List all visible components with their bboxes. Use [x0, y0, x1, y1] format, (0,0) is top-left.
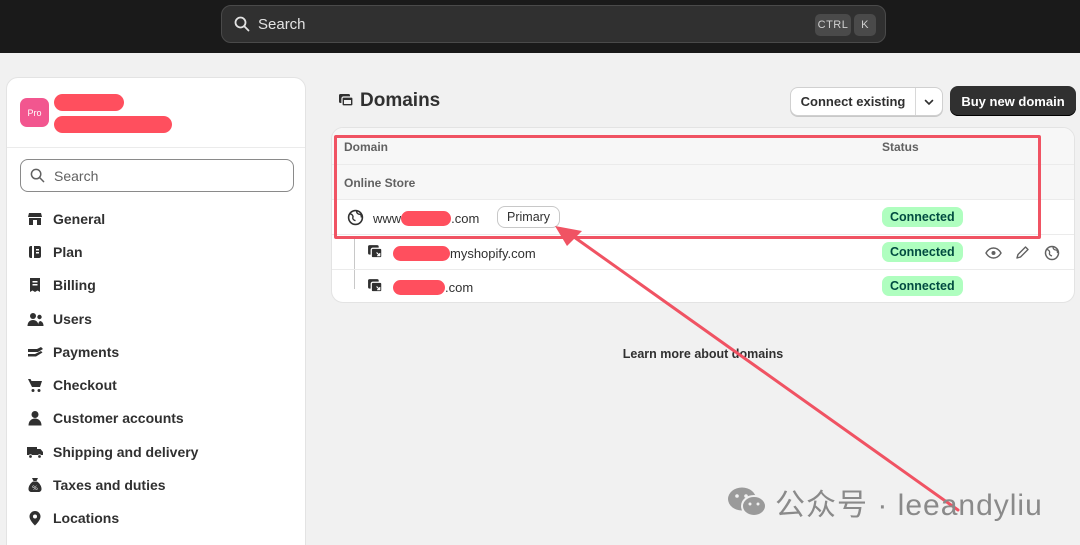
- sidebar-item-locations[interactable]: Locations: [7, 502, 305, 535]
- sidebar-item-label: Users: [53, 310, 92, 327]
- settings-search-input[interactable]: Search: [20, 159, 294, 192]
- domain-name[interactable]: .com: [393, 280, 473, 295]
- sidebar-item-label: Payments: [53, 343, 120, 360]
- learn-more-link[interactable]: Learn more about domains: [331, 347, 1075, 361]
- redacted-domain: [393, 280, 445, 295]
- globe-icon[interactable]: [1042, 243, 1061, 262]
- search-icon: [234, 16, 250, 32]
- connect-existing-button[interactable]: Connect existing: [790, 87, 943, 116]
- search-icon: [30, 168, 45, 183]
- global-search-label: Search: [258, 15, 306, 33]
- sidebar-item-general[interactable]: General: [7, 202, 305, 235]
- store-header[interactable]: Pro: [7, 78, 305, 148]
- page-title: Domains: [338, 90, 440, 112]
- sidebar-item-label: Billing: [53, 277, 96, 294]
- store-icon: [26, 210, 44, 228]
- receipt-icon: [26, 276, 44, 294]
- redacted-domain: [393, 246, 450, 261]
- status-badge: Connected: [882, 242, 963, 262]
- table-row-secondary-domain[interactable]: .com Connected: [332, 269, 1074, 302]
- watermark-text: 公众号 · leeandyliu: [775, 489, 1043, 522]
- pencil-icon[interactable]: [1013, 243, 1032, 262]
- sidebar-item-label: Taxes and duties: [53, 477, 166, 494]
- redirect-domain-icon: [368, 245, 383, 259]
- sidebar-item-label: Customer accounts: [53, 410, 184, 427]
- tax-icon: %: [26, 476, 44, 494]
- sidebar-item-users[interactable]: Users: [7, 302, 305, 335]
- sidebar-item-billing[interactable]: Billing: [7, 269, 305, 302]
- store-avatar: Pro: [20, 98, 49, 127]
- redacted-store-url: [54, 116, 172, 133]
- chevron-down-icon[interactable]: [916, 88, 942, 115]
- sidebar-item-label: Shipping and delivery: [53, 443, 199, 460]
- plan-icon: [26, 243, 44, 261]
- global-search-bar[interactable]: Search CTRL K: [221, 5, 886, 43]
- sidebar-item-label: Plan: [53, 243, 83, 260]
- domains-icon: [339, 94, 354, 107]
- watermark: 公众号 · leeandyliu: [727, 480, 1043, 524]
- sidebar-item-shipping[interactable]: Shipping and delivery: [7, 435, 305, 468]
- row-actions: [984, 243, 1061, 262]
- top-bar: Search CTRL K: [0, 0, 1080, 53]
- buy-new-domain-button[interactable]: Buy new domain: [950, 86, 1076, 116]
- sidebar-item-taxes[interactable]: % Taxes and duties: [7, 468, 305, 501]
- truck-icon: [26, 443, 44, 461]
- domain-name[interactable]: myshopify.com: [393, 246, 536, 261]
- shortcut-ctrl-key: CTRL: [815, 14, 851, 36]
- person-icon: [26, 409, 44, 427]
- redirect-domain-icon: [368, 279, 383, 293]
- sidebar-item-label: General: [53, 210, 106, 227]
- wechat-icon: [728, 487, 767, 517]
- sidebar-item-plan[interactable]: Plan: [7, 235, 305, 268]
- eye-icon[interactable]: [984, 243, 1003, 262]
- settings-nav: General Plan Billing Users Payments Chec…: [7, 202, 305, 535]
- status-badge: Connected: [882, 276, 963, 296]
- sidebar-item-label: Locations: [53, 510, 120, 527]
- sidebar-item-label: Checkout: [53, 377, 117, 394]
- payments-icon: [26, 343, 44, 361]
- location-icon: [26, 509, 44, 527]
- page-title-text: Domains: [360, 90, 441, 111]
- settings-sidebar: Pro Search General Plan Billing Users Pa…: [6, 77, 306, 545]
- settings-search-placeholder: Search: [54, 167, 99, 184]
- redacted-store-name: [54, 94, 124, 111]
- sidebar-item-checkout[interactable]: Checkout: [7, 368, 305, 401]
- users-icon: [26, 310, 44, 328]
- shortcut-k-key: K: [854, 14, 876, 36]
- table-row-myshopify-domain[interactable]: myshopify.com Connected: [332, 235, 1074, 270]
- connect-existing-label: Connect existing: [791, 88, 916, 115]
- svg-text:%: %: [32, 485, 38, 492]
- sidebar-item-payments[interactable]: Payments: [7, 335, 305, 368]
- highlight-annotation-box: [334, 135, 1041, 239]
- sidebar-item-customer-accounts[interactable]: Customer accounts: [7, 402, 305, 435]
- cart-icon: [26, 376, 44, 394]
